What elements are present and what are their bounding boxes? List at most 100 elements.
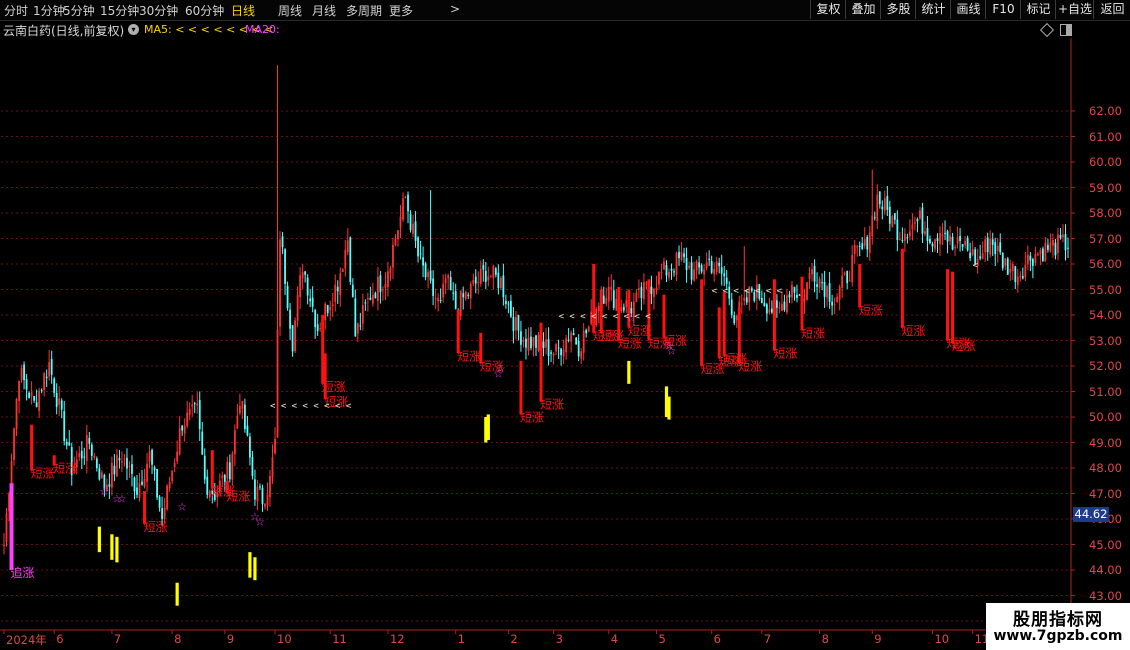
candle-body bbox=[447, 275, 450, 279]
x-tick-label: 4 bbox=[610, 632, 619, 646]
y-tick-label: 54.00 bbox=[1089, 308, 1122, 322]
candle-body bbox=[525, 338, 527, 348]
candle-body bbox=[492, 265, 495, 279]
candle-body bbox=[615, 298, 618, 311]
candle-body bbox=[520, 331, 522, 345]
candle-body bbox=[181, 425, 184, 431]
candle-body bbox=[314, 310, 317, 328]
candle-body bbox=[893, 213, 896, 220]
candle-body bbox=[249, 436, 251, 458]
yellow-volume-bar bbox=[667, 396, 671, 420]
candle-body bbox=[956, 237, 959, 244]
short-rise-bar bbox=[323, 353, 327, 400]
short-rise-label: 短涨 bbox=[144, 519, 168, 534]
candle-body bbox=[392, 244, 394, 268]
candle-body bbox=[484, 270, 487, 282]
candle-body bbox=[833, 304, 836, 306]
short-rise-bar bbox=[539, 322, 543, 402]
candle-body bbox=[183, 425, 186, 434]
short-rise-bar bbox=[592, 264, 596, 333]
candle-body bbox=[437, 298, 440, 302]
candle-body bbox=[251, 457, 254, 476]
x-tick-label: 12 bbox=[389, 632, 405, 646]
candle-body bbox=[763, 302, 766, 307]
candle-body bbox=[394, 238, 397, 246]
candle-body bbox=[685, 257, 688, 271]
candle-body bbox=[95, 458, 98, 469]
y-tick-label: 43.00 bbox=[1089, 588, 1122, 603]
candle-body bbox=[226, 461, 229, 479]
kline-chart[interactable]: 短涨短涨短涨短涨短涨短涨短涨短涨短涨短涨短涨短涨短涨短涨短涨短涨短涨短涨短涨短涨… bbox=[0, 0, 1130, 650]
candle-body bbox=[1019, 275, 1022, 278]
candle-body bbox=[846, 271, 849, 284]
candle-body bbox=[765, 304, 768, 314]
candle-body bbox=[570, 332, 573, 342]
candle-body bbox=[565, 338, 568, 353]
candle-body bbox=[146, 463, 148, 482]
candle-body bbox=[65, 441, 68, 446]
candle-body bbox=[537, 334, 540, 351]
yellow-volume-bar bbox=[248, 552, 252, 578]
candle-body bbox=[1052, 240, 1054, 246]
candle-body bbox=[344, 249, 347, 269]
candle-body bbox=[143, 478, 146, 487]
candle-body bbox=[658, 271, 660, 285]
x-tick-label: 10 bbox=[934, 632, 950, 646]
candle-body bbox=[610, 286, 613, 290]
y-tick-label: 53.00 bbox=[1089, 333, 1122, 348]
candle-body bbox=[223, 475, 226, 482]
candle-body bbox=[203, 455, 206, 480]
candle-body bbox=[989, 238, 992, 255]
candle-body bbox=[683, 253, 685, 258]
chase-rise-label: 追涨 bbox=[11, 565, 35, 580]
candle-body bbox=[351, 284, 354, 298]
candle-body bbox=[725, 277, 728, 284]
candle-body bbox=[811, 269, 813, 275]
candle-body bbox=[883, 198, 886, 211]
candle-body bbox=[607, 286, 610, 302]
yellow-volume-bar bbox=[110, 534, 114, 560]
candle-body bbox=[655, 287, 658, 290]
candle-body bbox=[168, 481, 171, 489]
candle-body bbox=[670, 268, 673, 271]
candle-body bbox=[665, 265, 668, 276]
candle-body bbox=[123, 458, 126, 460]
candle-body bbox=[494, 268, 497, 275]
x-tick-label: 3 bbox=[555, 632, 563, 646]
candle-body bbox=[201, 431, 204, 455]
candle-body bbox=[708, 258, 711, 260]
candle-body bbox=[138, 482, 141, 499]
short-rise-label: 短涨 bbox=[773, 346, 797, 361]
short-rise-label: 短涨 bbox=[226, 489, 250, 504]
candle-body bbox=[30, 392, 33, 397]
candle-body bbox=[572, 333, 575, 336]
x-tick-label: 8 bbox=[821, 632, 829, 646]
candle-body bbox=[58, 398, 61, 405]
candle-body bbox=[442, 283, 445, 298]
candle-body bbox=[778, 307, 781, 309]
candle-body bbox=[256, 486, 259, 502]
candle-body bbox=[527, 337, 530, 351]
candle-body bbox=[522, 339, 525, 342]
y-tick-label: 48.00 bbox=[1089, 461, 1122, 475]
candle-body bbox=[341, 269, 344, 273]
candle-body bbox=[695, 261, 698, 271]
candle-body bbox=[1004, 258, 1007, 266]
candle-body bbox=[898, 239, 901, 241]
candle-body bbox=[444, 278, 447, 284]
candle-body bbox=[700, 265, 703, 272]
candle-body bbox=[171, 470, 174, 482]
candle-body bbox=[668, 271, 670, 278]
yellow-volume-bar bbox=[175, 582, 179, 606]
short-rise-label: 短涨 bbox=[952, 338, 976, 353]
candle-body bbox=[316, 324, 319, 332]
candle-body bbox=[93, 455, 96, 458]
candle-body bbox=[266, 494, 269, 506]
candle-body bbox=[454, 291, 457, 309]
candle-body bbox=[793, 286, 796, 293]
candle-body bbox=[166, 485, 169, 510]
y-tick-label: 61.00 bbox=[1089, 129, 1122, 144]
candle-body bbox=[334, 284, 337, 302]
candle-body bbox=[733, 315, 736, 324]
candle-body bbox=[821, 282, 823, 284]
